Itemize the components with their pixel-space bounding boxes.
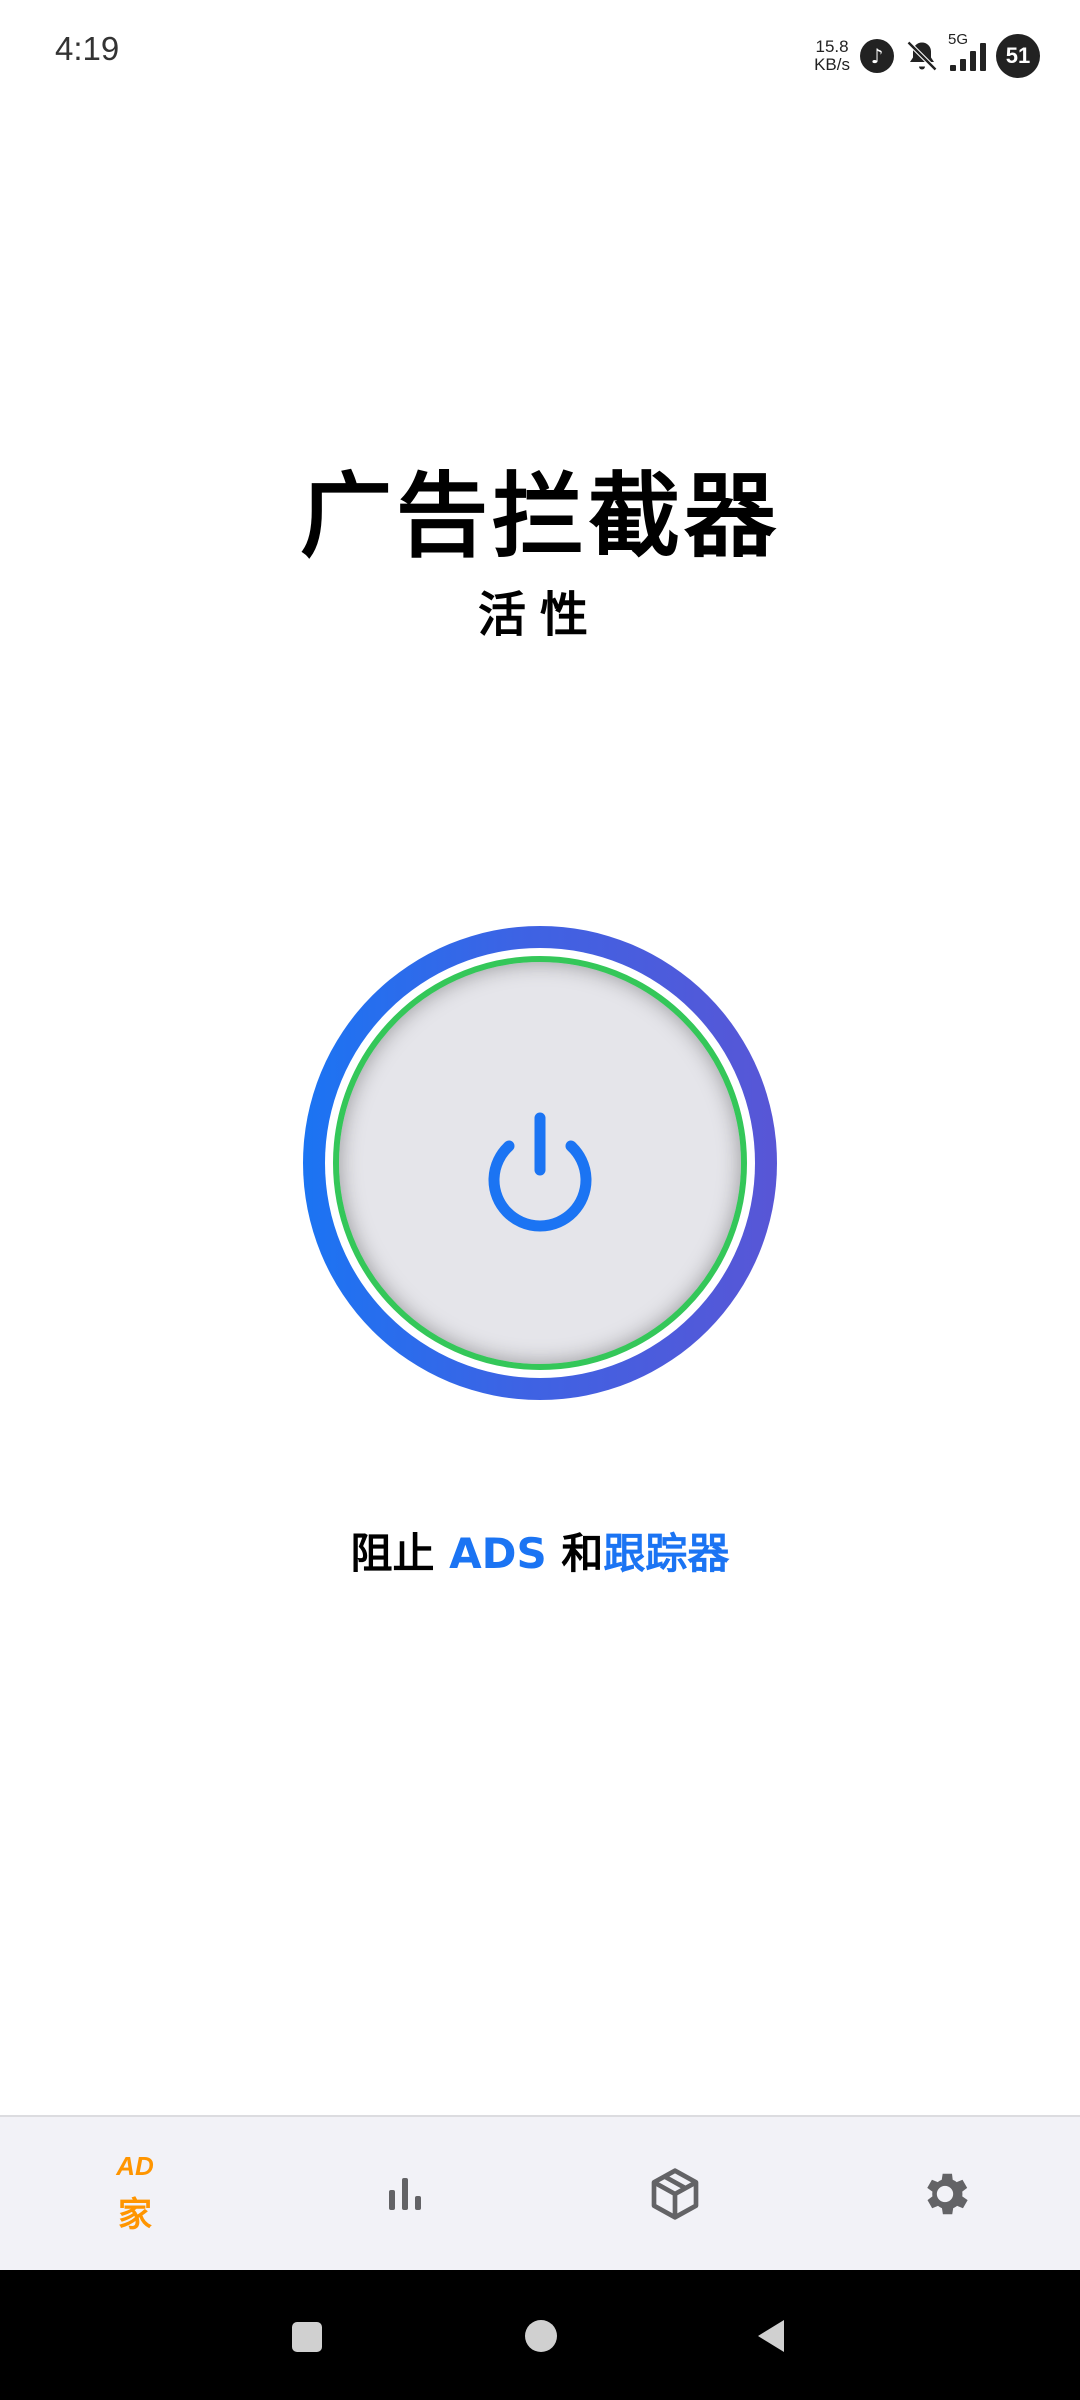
home-icon[interactable]: [525, 2320, 557, 2352]
back-icon[interactable]: [758, 2320, 784, 2352]
music-note-icon: ♪: [860, 39, 894, 73]
bell-muted-icon: [906, 40, 938, 72]
app-title: 广告拦截器: [299, 463, 780, 570]
nav-item-settings[interactable]: [810, 2117, 1080, 2270]
tagline-trackers: 跟踪器: [603, 1529, 730, 1578]
network-speed: 15.8 KB/s: [814, 38, 850, 74]
battery-icon: 51: [996, 34, 1040, 78]
signal-icon: 5G: [948, 31, 986, 71]
bar-chart-icon: [389, 2177, 421, 2210]
network-speed-value: 15.8: [815, 37, 849, 56]
nav-item-label: 家: [118, 2195, 152, 2235]
tagline: 阻止 ADS 和跟踪器: [0, 1526, 1080, 1582]
ad-icon: AD: [116, 2151, 154, 2181]
bottom-nav: AD 家: [0, 2115, 1080, 2270]
nav-item-box[interactable]: [540, 2117, 810, 2270]
status-time: 4:19: [55, 30, 120, 67]
network-type: 5G: [948, 31, 969, 48]
recents-icon[interactable]: [292, 2322, 322, 2352]
system-nav-bar: [0, 2270, 1080, 2400]
tagline-ads: ADS: [449, 1529, 547, 1578]
power-button-ring: [303, 926, 777, 1400]
tagline-and: 和: [546, 1529, 604, 1578]
app-status: 活性: [477, 587, 602, 643]
network-speed-unit: KB/s: [814, 55, 850, 74]
tagline-block: 阻止: [350, 1529, 450, 1578]
nav-item-home[interactable]: AD 家: [0, 2117, 270, 2270]
nav-item-stats[interactable]: [270, 2117, 540, 2270]
gear-icon: [927, 2173, 968, 2214]
status-bar: 4:19 15.8 KB/s ♪ 5G 51: [0, 0, 1080, 110]
status-icons: 15.8 KB/s ♪ 5G 51: [814, 31, 1040, 78]
power-icon: [488, 1112, 592, 1232]
power-button[interactable]: [333, 956, 747, 1370]
box-icon: [651, 2167, 699, 2220]
